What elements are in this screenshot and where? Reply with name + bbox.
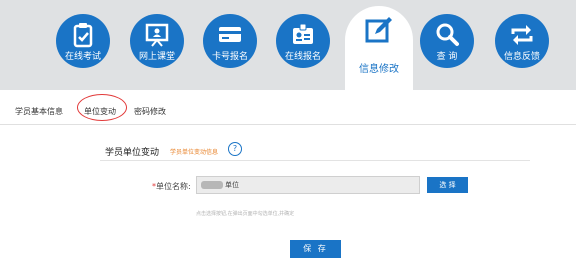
card-icon <box>219 27 241 42</box>
tab-password-change[interactable]: 密码修改 <box>134 106 166 117</box>
nav-online-registration[interactable]: 在线报名 <box>276 14 330 68</box>
save-button[interactable]: 保 存 <box>290 240 341 258</box>
nav-feedback[interactable]: 信息反馈 <box>495 14 549 68</box>
nav-online-registration-label: 在线报名 <box>284 52 321 62</box>
unit-name-label-text: 单位名称: <box>156 182 191 191</box>
help-icon[interactable]: ? <box>228 142 242 156</box>
section-divider <box>100 160 530 161</box>
search-icon <box>436 23 459 46</box>
nav-online-classroom[interactable]: 网上课堂 <box>130 14 184 68</box>
nav-card-registration-label: 卡号报名 <box>211 52 248 62</box>
classroom-board-icon <box>145 23 169 47</box>
choose-button[interactable]: 选 择 <box>427 177 468 193</box>
nav-query[interactable]: 查 询 <box>420 14 474 68</box>
exam-clipboard-icon <box>73 23 93 48</box>
nav-online-exam[interactable]: 在线考试 <box>56 14 110 68</box>
nav-online-classroom-label: 网上课堂 <box>138 52 175 62</box>
nav-online-exam-label: 在线考试 <box>64 52 101 62</box>
unit-name-value: 单位 <box>225 181 239 189</box>
tab-basic-info[interactable]: 学员基本信息 <box>15 106 63 117</box>
top-navigation: 在线考试 网上课堂 卡号报名 在线报名 信息修改 查 询 信息反馈 <box>0 0 576 96</box>
nav-info-edit[interactable]: 信息修改 <box>345 6 413 96</box>
nav-feedback-label: 信息反馈 <box>503 52 540 62</box>
nav-info-edit-label: 信息修改 <box>359 64 399 75</box>
highlight-annotation-circle <box>77 94 127 121</box>
id-badge-icon <box>293 23 313 44</box>
section-hint: 学员单位变动信息 <box>170 149 219 156</box>
field-hint: 点击选择按钮,在弹出页面中勾选单位,并确定 <box>196 211 295 217</box>
edit-icon <box>365 17 392 43</box>
nav-query-label: 查 询 <box>436 52 458 62</box>
section-title: 学员单位变动 <box>105 148 160 158</box>
nav-card-registration[interactable]: 卡号报名 <box>203 14 257 68</box>
unit-name-field[interactable]: 单位 <box>196 176 420 194</box>
unit-name-label: *单位名称: <box>152 181 191 192</box>
redacted-text <box>201 181 223 189</box>
feedback-arrows-icon <box>511 25 533 45</box>
